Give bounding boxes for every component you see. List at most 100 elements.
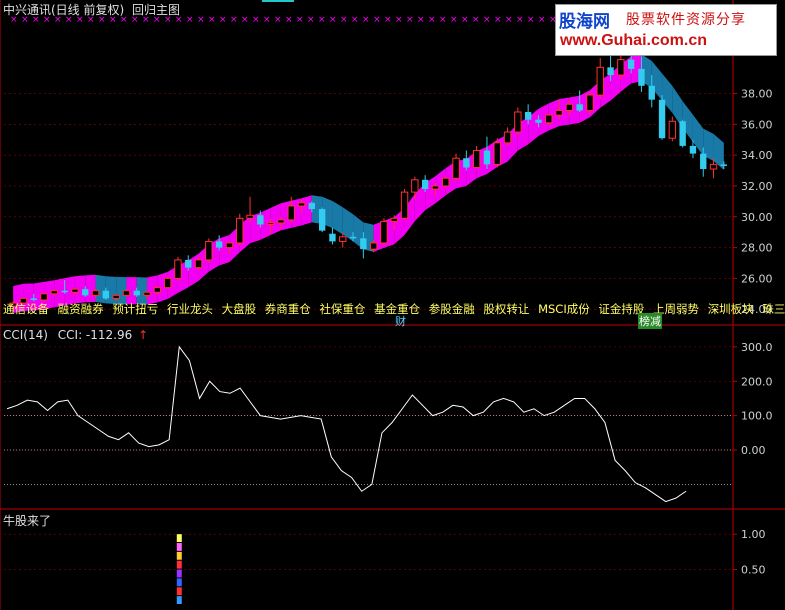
top-marker: × (417, 15, 425, 25)
bull-signal-bar (176, 534, 182, 543)
price-panel[interactable]: × × × × × × × × × × × × × × × × × × × × × × × × × × × × × × × × × × × × × × × ×… (4, 15, 733, 314)
trend-ribbon (342, 207, 354, 242)
cci-tick-label: 100.0 (741, 410, 773, 423)
cci-panel[interactable] (4, 345, 733, 503)
candle-body (617, 59, 625, 76)
bull-signal-bar (176, 587, 182, 596)
sector-tag[interactable]: 券商重仓 (265, 302, 311, 316)
bull-signal-bar (176, 551, 182, 560)
candle-body (400, 191, 409, 219)
sector-tag[interactable]: 通信设备 (3, 302, 49, 316)
top-marker: × (230, 15, 238, 25)
stock-title: 中兴通讯(日线 前复权) (3, 3, 125, 17)
candle-body (421, 179, 429, 190)
candle-body (215, 241, 223, 248)
cci-line (6, 345, 687, 503)
candle-body (720, 164, 728, 166)
candle-body (390, 217, 398, 222)
candle-body (287, 205, 295, 221)
up-arrow-icon: ↑ (138, 328, 149, 342)
logo-slogan: 股票软件资源分享 (626, 12, 746, 28)
top-marker: × (340, 15, 348, 25)
top-marker: × (263, 15, 271, 25)
candle-body (257, 215, 264, 225)
candle-body (266, 222, 275, 225)
candle-body (524, 112, 532, 120)
top-marker: × (450, 15, 458, 25)
top-marker: × (527, 15, 535, 25)
trend-ribbon (332, 201, 343, 235)
top-marker: × (208, 15, 216, 25)
candle-body (431, 185, 440, 190)
sector-tag[interactable]: 行业龙头 (167, 302, 213, 316)
price-tick-label: 38.00 (741, 88, 773, 101)
candle-body (565, 103, 574, 111)
top-marker: × (197, 15, 205, 25)
price-tick-label: 32.00 (741, 180, 773, 193)
top-marker: × (329, 15, 337, 25)
top-marker: × (483, 15, 491, 25)
candle-body (627, 59, 635, 69)
candle-body (50, 290, 59, 295)
candle-body (700, 153, 707, 170)
top-marker: × (395, 15, 403, 25)
candle-body (318, 209, 326, 231)
sector-tag[interactable]: 深圳板块 (708, 302, 754, 316)
top-marker: × (428, 15, 436, 25)
list-badge: 榜减 (638, 313, 662, 329)
back-to-main-button[interactable]: 回归主图 (132, 3, 180, 17)
bull-panel[interactable] (4, 533, 733, 604)
candle-body (174, 259, 182, 279)
candle-body (648, 85, 655, 100)
selection-marker (262, 0, 294, 2)
top-marker: × (472, 15, 480, 25)
price-tick-label: 36.00 (741, 118, 773, 131)
top-marker: × (516, 15, 524, 25)
candle-body (503, 131, 512, 144)
cci-tick-label: 0.00 (741, 444, 766, 457)
bull-signal-bar (176, 569, 182, 578)
sector-tag[interactable]: 参股金融 (429, 302, 475, 316)
sector-tag[interactable]: 珠三 (762, 302, 785, 316)
sector-tag[interactable]: MSCI成份 (538, 302, 590, 316)
guhai-logo: 股海网 股票软件资源分享 www.Guhai.com.cn (555, 4, 777, 56)
sector-tag[interactable]: 融资融券 (58, 302, 104, 316)
top-marker: × (318, 15, 326, 25)
candle-body (71, 288, 79, 293)
trend-ribbon (301, 195, 312, 226)
logo-url: www.Guhai.com.cn (560, 32, 707, 49)
cci-value: CCI: -112.96 (57, 328, 133, 342)
sector-tag[interactable]: 社保重仓 (319, 302, 365, 316)
logo-name: 股海网 (559, 12, 610, 32)
candle-body (143, 291, 151, 296)
top-marker: × (461, 15, 469, 25)
top-marker: × (285, 15, 293, 25)
candle-body (535, 119, 542, 123)
candle-body (689, 145, 697, 154)
price-tick-label: 26.00 (741, 272, 773, 285)
candle-body (185, 259, 192, 268)
sector-tag[interactable]: 股权转让 (483, 302, 529, 316)
cci-name[interactable]: CCI(14) (3, 328, 48, 342)
top-marker: × (252, 15, 260, 25)
candle-body (102, 290, 110, 299)
candle-body (236, 217, 244, 244)
candle-body (442, 177, 450, 187)
top-marker: × (241, 15, 249, 25)
cci-header: CCI(14) CCI: -112.96 ↑ (3, 328, 148, 342)
candle-body (349, 236, 357, 239)
candle-body (339, 236, 347, 242)
candle-body (277, 219, 285, 224)
candle-body (122, 290, 131, 296)
sector-tag[interactable]: 预计扭亏 (112, 302, 158, 316)
candle-body (225, 242, 234, 249)
bull-signal-bar (176, 560, 182, 569)
top-marker: × (538, 15, 546, 25)
bull-tick-label: 0.50 (741, 564, 766, 577)
sector-tag[interactable]: 大盘股 (222, 302, 257, 316)
trend-ribbon (219, 234, 230, 266)
candle-body (576, 104, 583, 111)
candle-body (596, 66, 604, 96)
bull-header[interactable]: 牛股来了 (3, 512, 51, 529)
cci-tick-label: 300.0 (741, 341, 773, 354)
